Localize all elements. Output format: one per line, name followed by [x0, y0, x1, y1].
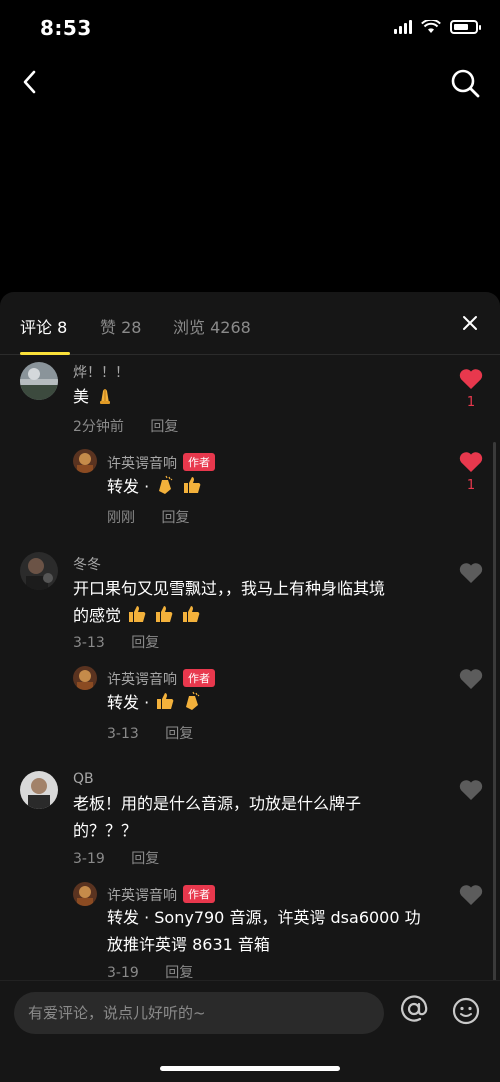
comment-username[interactable]: QB	[73, 771, 94, 787]
home-indicator[interactable]	[160, 1066, 340, 1071]
avatar[interactable]	[20, 771, 58, 809]
search-icon[interactable]	[446, 64, 486, 104]
like-button[interactable]	[458, 562, 484, 588]
at-icon[interactable]	[398, 993, 430, 1025]
reply-button[interactable]: 回复	[131, 851, 159, 867]
avatar[interactable]	[73, 449, 97, 473]
reply-username: 许英谔音响 作者	[107, 669, 215, 689]
author-badge: 作者	[183, 669, 215, 687]
reply-button[interactable]: 回复	[150, 419, 178, 435]
thumbs-up-emoji-icon	[157, 693, 174, 709]
like-button[interactable]: 1	[458, 368, 484, 410]
wifi-icon	[421, 20, 441, 33]
comment-username[interactable]: 烨！！！	[73, 362, 129, 382]
author-badge: 作者	[183, 885, 215, 903]
like-button[interactable]	[458, 884, 484, 910]
comment-text-line: 的？？？	[73, 821, 138, 840]
comment-meta: 2分钟前 回复	[73, 416, 200, 436]
comment-text: 老板！用的是什么音源，功放是什么牌子 的？？？	[73, 790, 361, 844]
heart-icon	[459, 369, 483, 389]
like-count: 1	[466, 395, 476, 410]
chevron-left-icon[interactable]	[14, 64, 50, 100]
comment-input[interactable]	[14, 992, 384, 1034]
reply-username-text[interactable]: 许英谔音响	[107, 672, 177, 688]
comment-username[interactable]: 冬冬	[73, 554, 101, 574]
like-button[interactable]: 1	[458, 451, 484, 493]
reply-meta: 3-13 回复	[107, 723, 215, 743]
reply-text-line: 转发 · Sony790 音源，许英谔 dsa6000 功	[107, 908, 421, 927]
reply-button[interactable]: 回复	[165, 726, 193, 742]
comment-meta: 3-19 回复	[73, 848, 181, 868]
comment-time: 2分钟前	[73, 419, 124, 435]
reply-username-text[interactable]: 许英谔音响	[107, 888, 177, 904]
status-time: 8:53	[40, 16, 92, 40]
comment-text-line: 开口果句又见雪飘过，，我马上有种身临其境	[73, 579, 386, 598]
reply-text: 转发 ·	[107, 473, 203, 500]
heart-icon	[459, 452, 483, 472]
like-button[interactable]	[458, 779, 484, 805]
comment-time: 3-13	[73, 635, 105, 651]
avatar[interactable]	[73, 666, 97, 690]
heart-icon	[459, 669, 483, 689]
heart-icon	[459, 885, 483, 905]
comment-text: 美	[73, 383, 116, 410]
tab-comments[interactable]: 评论 8	[20, 314, 67, 338]
reply-text: 转发 · Sony790 音源，许英谔 dsa6000 功 放推许英谔 8631…	[107, 904, 421, 958]
comment-text-line: 老板！用的是什么音源，功放是什么牌子	[73, 794, 362, 813]
thumbs-up-emoji-icon	[129, 606, 146, 622]
comment-text-content: 美	[73, 387, 90, 406]
status-bar: 8:53	[0, 0, 500, 56]
reply-meta: 3-19 回复	[107, 962, 215, 982]
comment-sheet: 评论 8 赞 28 浏览 4268	[0, 292, 500, 1082]
heart-icon	[459, 780, 483, 800]
reply-username: 许英谔音响 作者	[107, 453, 215, 473]
reply-meta: 刚刚 回复	[107, 507, 211, 527]
heart-icon	[459, 563, 483, 583]
reply-text-content: 转发 ·	[107, 693, 150, 712]
reply-text-line: 放推许英谔 8631 音箱	[107, 935, 270, 954]
top-nav	[0, 56, 500, 106]
comment-text-content: 的感觉	[73, 606, 122, 625]
scrollbar[interactable]	[493, 442, 496, 982]
reply-username-text[interactable]: 许英谔音响	[107, 456, 177, 472]
status-icons	[394, 20, 481, 34]
avatar[interactable]	[73, 882, 97, 906]
reply-username: 许英谔音响 作者	[107, 885, 215, 905]
reply-time: 3-13	[107, 726, 139, 742]
reply-button[interactable]: 回复	[131, 635, 159, 651]
like-button[interactable]	[458, 668, 484, 694]
author-badge: 作者	[183, 453, 215, 471]
clapping-hands-emoji-icon	[186, 691, 200, 710]
like-count: 1	[466, 478, 476, 493]
comment-meta: 3-13 回复	[73, 632, 181, 652]
pray-hands-emoji-icon	[100, 389, 111, 404]
smiley-icon[interactable]	[452, 997, 480, 1025]
thumbs-up-emoji-icon	[184, 477, 201, 493]
reply-time: 刚刚	[107, 510, 135, 526]
reply-text-content: 转发 ·	[107, 477, 150, 496]
reply-button[interactable]: 回复	[165, 965, 193, 981]
close-icon[interactable]	[460, 313, 480, 333]
comment-text: 开口果句又见雪飘过，，我马上有种身临其境 的感觉	[73, 575, 385, 629]
avatar[interactable]	[20, 552, 58, 590]
reply-button[interactable]: 回复	[161, 510, 189, 526]
comment-text-line: 的感觉	[73, 602, 385, 629]
reply-text: 转发 ·	[107, 689, 203, 716]
thumbs-up-emoji-icon	[183, 606, 200, 622]
active-tab-indicator	[20, 352, 70, 355]
tab-views[interactable]: 浏览 4268	[173, 314, 251, 338]
battery-icon	[450, 20, 481, 34]
comment-tabs: 评论 8 赞 28 浏览 4268	[0, 292, 500, 355]
reply-time: 3-19	[107, 965, 139, 981]
tab-likes[interactable]: 赞 28	[100, 314, 141, 338]
avatar[interactable]	[20, 362, 58, 400]
signal-icon	[394, 20, 412, 34]
comment-time: 3-19	[73, 851, 105, 867]
clapping-hands-emoji-icon	[159, 475, 173, 494]
thumbs-up-emoji-icon	[156, 606, 173, 622]
